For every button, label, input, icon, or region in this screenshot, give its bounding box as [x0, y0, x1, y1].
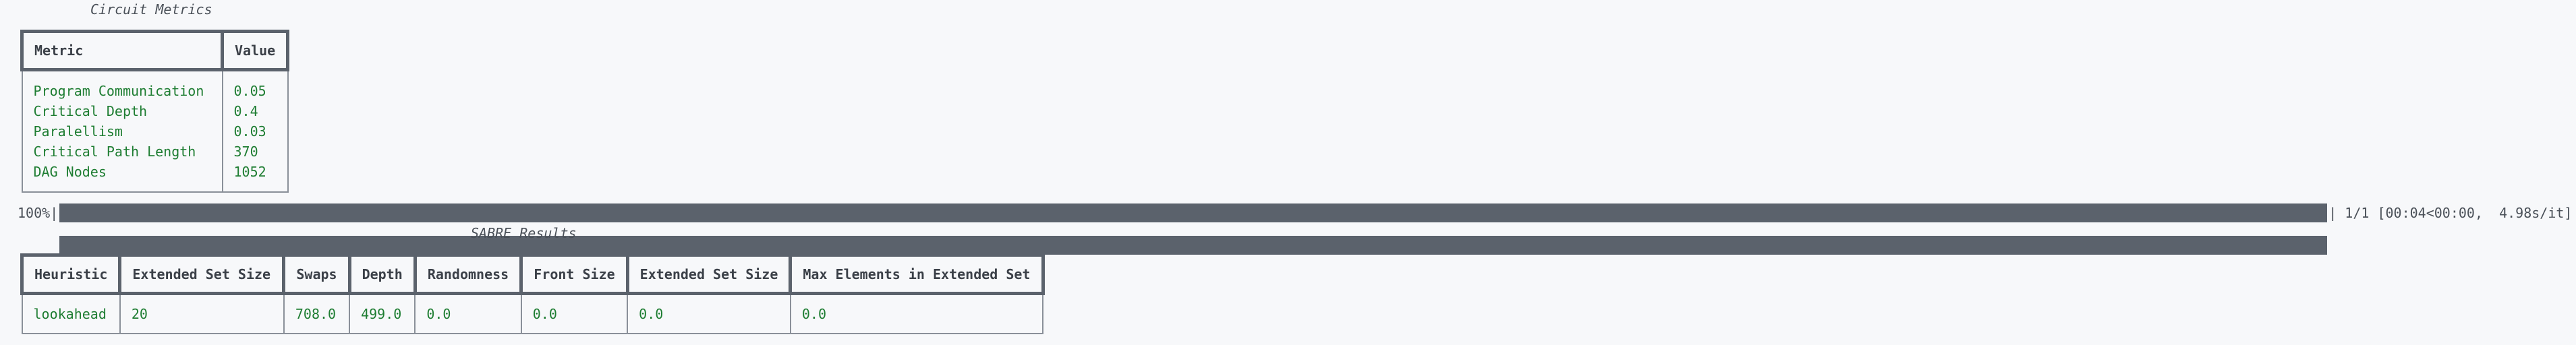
- metrics-caption: Circuit Metrics: [90, 1, 212, 18]
- table-cell: 0.4: [221, 101, 289, 121]
- table-cell: Critical Depth: [21, 101, 223, 121]
- table-cell: 0.0: [789, 293, 1044, 334]
- table-cell: 708.0: [283, 293, 351, 334]
- table-header-row: Heuristic Extended Set Size Swaps Depth …: [20, 253, 1045, 295]
- sabre-results-table: Heuristic Extended Set Size Swaps Depth …: [20, 253, 1045, 334]
- table-row: Paralellism 0.03: [21, 121, 289, 142]
- column-header: Swaps: [282, 253, 351, 295]
- table-cell: Critical Path Length: [21, 142, 223, 162]
- table-row: Critical Path Length 370: [21, 142, 289, 162]
- column-header: Randomness: [413, 253, 523, 295]
- column-header: Max Elements in Extended Set: [789, 253, 1045, 295]
- column-header: Depth: [347, 253, 417, 295]
- column-header: Front Size: [519, 253, 629, 295]
- column-header: Extended Set Size: [625, 253, 793, 295]
- progress-stats: | 1/1 [00:04<00:00, 4.98s/it]: [2328, 205, 2573, 221]
- progress-bar-fill: [59, 236, 2328, 255]
- table-row: Critical Depth 0.4: [21, 101, 289, 121]
- progress-percent: 100%|: [18, 205, 59, 221]
- sabre-caption: SABRE Results: [471, 225, 577, 241]
- table-cell: 0.03: [221, 121, 289, 142]
- column-header: Metric: [20, 30, 224, 71]
- table-header-row: Metric Value: [20, 30, 290, 71]
- table-cell: 0.0: [414, 293, 522, 334]
- column-header: Value: [220, 30, 290, 71]
- table-cell: lookahead: [21, 293, 121, 334]
- column-header: Heuristic: [20, 253, 122, 295]
- column-header: Extended Set Size: [118, 253, 286, 295]
- table-cell: 499.0: [349, 293, 416, 334]
- table-cell: 0.0: [627, 293, 791, 334]
- table-cell: Program Communication: [21, 69, 223, 101]
- table-cell: 20: [119, 293, 285, 334]
- progress-bar-line: 100%| | 1/1 [00:04<00:00, 4.98s/it]: [18, 202, 2573, 255]
- table-cell: Paralellism: [21, 121, 223, 142]
- table-cell: 1052: [221, 162, 289, 193]
- table-row: lookahead 20 708.0 499.0 0.0 0.0 0.0 0.0: [21, 293, 1044, 334]
- metrics-table: Metric Value Program Communication 0.05 …: [20, 30, 290, 193]
- progress-bar-track: [59, 203, 2328, 255]
- table-cell: 0.0: [520, 293, 629, 334]
- table-cell: 370: [221, 142, 289, 162]
- table-cell: 0.05: [221, 69, 289, 101]
- table-row: DAG Nodes 1052: [21, 162, 289, 193]
- table-row: Program Communication 0.05: [21, 69, 289, 101]
- table-cell: DAG Nodes: [21, 162, 223, 193]
